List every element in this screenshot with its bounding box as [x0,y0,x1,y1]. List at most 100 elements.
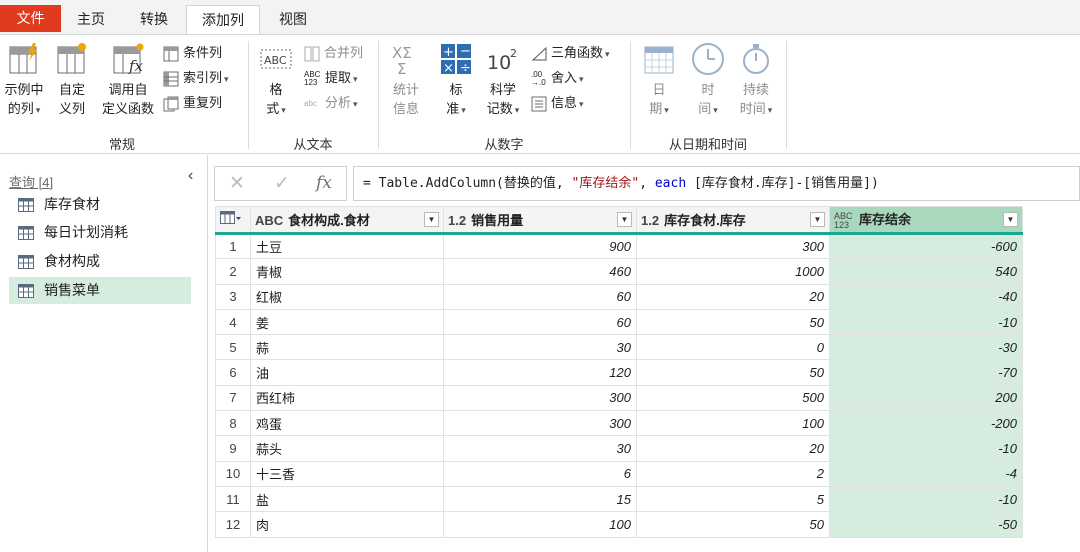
chevron-left-icon[interactable]: ‹ [188,167,193,185]
merge-columns-button[interactable]: 合并列 [304,42,363,64]
row-number[interactable]: 12 [215,511,251,538]
cell-stock-balance[interactable]: -10 [829,485,1023,513]
query-item[interactable]: 食材构成 [9,248,191,275]
cell-stock-balance[interactable]: -10 [829,435,1023,462]
column-header[interactable]: 1.2 库存食材.库存 ▼ [636,206,830,235]
column-filter-dropdown-icon[interactable]: ▼ [424,212,439,227]
column-filter-dropdown-icon[interactable]: ▼ [1003,212,1018,227]
duplicate-column-button[interactable]: 重复列 [163,92,222,114]
information-button[interactable]: 信息 ▾ [531,92,584,114]
column-filter-dropdown-icon[interactable]: ▼ [810,212,825,227]
cell-stock[interactable]: 100 [636,410,830,437]
custom-column-button[interactable]: 自定 义列 [52,41,92,118]
cell-ingredient[interactable]: 油 [250,359,444,386]
cell-sales-usage[interactable]: 460 [443,258,637,285]
tab-view[interactable]: 视图 [268,5,318,34]
cell-stock-balance[interactable]: -200 [829,410,1023,437]
table-row[interactable]: 11 盐 15 5 -10 [215,485,1023,513]
cell-stock-balance[interactable]: -30 [829,334,1023,361]
invoke-custom-function-button[interactable]: fx 调用自 定义函数 [97,41,159,118]
tab-file[interactable]: 文件 [0,5,61,32]
cell-ingredient[interactable]: 鸡蛋 [250,410,444,437]
table-row[interactable]: 9 蒜头 30 20 -10 [215,435,1023,462]
standard-button[interactable]: + − × ÷ 标 准 ▾ [436,41,476,120]
cell-ingredient[interactable]: 蒜 [250,334,444,361]
duration-button[interactable]: 持续 时间 ▾ [736,41,776,120]
cell-sales-usage[interactable]: 300 [443,384,637,412]
function-fx-icon[interactable]: fx [316,173,332,193]
cell-stock[interactable]: 20 [636,283,830,310]
cell-stock[interactable]: 50 [636,511,830,538]
cell-stock-balance[interactable]: 200 [829,384,1023,412]
query-item[interactable]: 每日计划消耗 [9,219,191,246]
table-row[interactable]: 5 蒜 30 0 -30 [215,334,1023,361]
row-number[interactable]: 5 [215,334,251,361]
cell-sales-usage[interactable]: 100 [443,511,637,538]
table-row[interactable]: 6 油 120 50 -70 [215,359,1023,386]
tab-add-column[interactable]: 添加列 [186,5,260,34]
time-button[interactable]: 时 间 ▾ [688,41,728,120]
cell-stock-balance[interactable]: -4 [829,460,1023,487]
cell-sales-usage[interactable]: 30 [443,334,637,361]
column-from-examples-button[interactable]: 示例中 的列 ▾ [0,41,48,120]
confirm-check-icon[interactable]: ✓ [274,172,290,195]
extract-button[interactable]: ABC 123 提取 ▾ [304,67,358,89]
cell-stock[interactable]: 50 [636,308,830,336]
row-number[interactable]: 6 [215,359,251,386]
tab-transform[interactable]: 转换 [129,5,179,34]
column-filter-dropdown-icon[interactable]: ▼ [617,212,632,227]
query-item-selected[interactable]: 销售菜单 [9,277,191,304]
cell-stock[interactable]: 5 [636,485,830,513]
cell-sales-usage[interactable]: 900 [443,232,637,260]
cell-stock[interactable]: 300 [636,232,830,260]
row-number[interactable]: 4 [215,308,251,336]
row-number[interactable]: 11 [215,485,251,513]
cell-stock[interactable]: 20 [636,435,830,462]
decimal-type-icon[interactable]: 1.2 [641,213,659,228]
cell-sales-usage[interactable]: 15 [443,485,637,513]
row-number[interactable]: 7 [215,384,251,412]
row-number[interactable]: 3 [215,283,251,310]
index-column-button[interactable]: 索引列 ▾ [163,67,229,89]
cell-stock-balance[interactable]: -50 [829,511,1023,538]
cell-stock[interactable]: 500 [636,384,830,412]
cell-ingredient[interactable]: 青椒 [250,258,444,285]
parse-button[interactable]: abc 分析 ▾ [304,92,358,114]
cell-ingredient[interactable]: 西红柿 [250,384,444,412]
column-header-selected[interactable]: ABC123 库存结余 ▼ [829,206,1023,235]
cell-ingredient[interactable]: 土豆 [250,232,444,260]
cell-stock[interactable]: 0 [636,334,830,361]
any-type-icon[interactable]: ABC123 [834,211,854,230]
table-row[interactable]: 12 肉 100 50 -50 [215,511,1023,538]
row-number[interactable]: 1 [215,232,251,260]
statistics-button[interactable]: XΣ Σ 统计 信息 [386,41,426,118]
rounding-button[interactable]: .00 →.0 舍入 ▾ [531,67,584,89]
cell-sales-usage[interactable]: 60 [443,308,637,336]
format-button[interactable]: ABC 格 式 ▾ [256,41,296,120]
cell-sales-usage[interactable]: 300 [443,410,637,437]
date-button[interactable]: 日 期 ▾ [639,41,679,120]
cell-ingredient[interactable]: 肉 [250,511,444,538]
table-row[interactable]: 10 十三香 6 2 -4 [215,460,1023,487]
cell-stock-balance[interactable]: -10 [829,308,1023,336]
cell-stock[interactable]: 50 [636,359,830,386]
decimal-type-icon[interactable]: 1.2 [448,213,466,228]
table-row[interactable]: 7 西红柿 300 500 200 [215,384,1023,412]
conditional-column-button[interactable]: 条件列 [163,42,222,64]
cell-sales-usage[interactable]: 6 [443,460,637,487]
scientific-button[interactable]: 10 2 科学 记数 ▾ [482,41,524,120]
row-number[interactable]: 2 [215,258,251,285]
cell-ingredient[interactable]: 十三香 [250,460,444,487]
table-row[interactable]: 8 鸡蛋 300 100 -200 [215,410,1023,437]
cell-sales-usage[interactable]: 30 [443,435,637,462]
cell-stock[interactable]: 1000 [636,258,830,285]
trigonometry-button[interactable]: 三角函数 ▾ [531,42,610,64]
cancel-icon[interactable]: ✕ [229,172,245,195]
column-header[interactable]: ABC 食材构成.食材 ▼ [250,206,444,235]
table-row[interactable]: 3 红椒 60 20 -40 [215,283,1023,310]
query-item[interactable]: 库存食材 [9,191,191,218]
queries-header[interactable]: 查询 [4] [9,172,53,191]
column-header[interactable]: 1.2 销售用量 ▼ [443,206,637,235]
table-row[interactable]: 1 土豆 900 300 -600 [215,232,1023,260]
cell-ingredient[interactable]: 蒜头 [250,435,444,462]
